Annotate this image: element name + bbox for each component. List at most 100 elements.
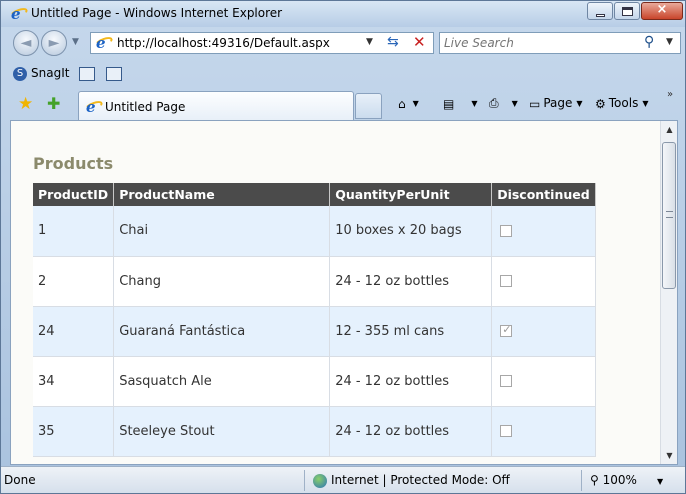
scroll-up-icon[interactable]: ▲ — [661, 121, 677, 138]
star-icon[interactable]: ★ — [18, 94, 33, 114]
status-bar: Done Internet | Protected Mode: Off ⚲ 10… — [1, 466, 685, 493]
search-input[interactable] — [444, 35, 634, 51]
recent-pages-dropdown-icon[interactable]: ▼ — [72, 37, 79, 47]
minimize-button[interactable] — [587, 2, 613, 20]
cell-quantityperunit: 24 - 12 oz bottles — [329, 356, 493, 407]
scrollbar-thumb[interactable] — [662, 142, 676, 289]
cell-productid: 1 — [33, 206, 115, 257]
table-row: 35 Steeleye Stout 24 - 12 oz bottles — [33, 406, 596, 457]
products-grid: ProductID ProductName QuantityPerUnit Di… — [33, 183, 596, 457]
cell-quantityperunit: 10 boxes x 20 bags — [329, 206, 493, 257]
more-commands-chevron-icon[interactable]: » — [667, 89, 673, 100]
vertical-scrollbar[interactable]: ▲ ▼ — [660, 121, 677, 464]
page-heading: Products — [33, 154, 114, 173]
snagit-icon: S — [13, 66, 27, 81]
snagit-edit-icon[interactable] — [106, 67, 122, 81]
column-header-productid: ProductID — [33, 183, 115, 206]
home-icon: ⌂ — [398, 96, 406, 111]
cell-quantityperunit: 24 - 12 oz bottles — [329, 256, 493, 307]
cell-quantityperunit: 12 - 355 ml cans — [329, 306, 493, 357]
page-icon: ▭ — [529, 96, 541, 111]
cell-discontinued — [491, 256, 596, 307]
new-tab-button[interactable] — [355, 93, 382, 119]
table-row: 34 Sasquatch Ale 24 - 12 oz bottles — [33, 356, 596, 407]
back-arrow-icon: ◄ — [20, 35, 32, 51]
forward-button[interactable]: ► — [41, 30, 67, 56]
zoom-icon: ⚲ — [590, 473, 599, 487]
page-favicon-icon: e — [94, 34, 114, 52]
address-url[interactable]: http://localhost:49316/Default.aspx — [117, 36, 330, 50]
browser-window: e Untitled Page - Windows Internet Explo… — [0, 0, 686, 494]
address-dropdown-icon[interactable]: ▼ — [366, 37, 373, 47]
discontinued-checkbox — [500, 323, 513, 337]
cell-productname: Sasquatch Ale — [113, 356, 331, 407]
snagit-capture-icon[interactable] — [79, 67, 95, 81]
discontinued-checkbox — [500, 375, 513, 387]
table-row: 2 Chang 24 - 12 oz bottles — [33, 256, 596, 307]
scroll-down-icon[interactable]: ▼ — [661, 447, 677, 464]
cell-productid: 34 — [33, 356, 115, 407]
status-divider — [304, 470, 305, 491]
status-text: Done — [4, 473, 36, 487]
title-bar[interactable]: e Untitled Page - Windows Internet Explo… — [1, 1, 685, 27]
feeds-button[interactable]: ▤ ▼ — [443, 96, 478, 111]
refresh-icon[interactable]: ⇆ — [387, 34, 399, 50]
tab-label: Untitled Page — [105, 100, 186, 114]
cell-quantityperunit: 24 - 12 oz bottles — [329, 406, 493, 457]
zone-label: Internet | Protected Mode: Off — [331, 473, 510, 487]
zoom-control[interactable]: ⚲ 100% ▼ — [590, 473, 663, 487]
page-menu[interactable]: ▭ Page ▼ — [529, 96, 583, 111]
search-box[interactable]: ⚲ ▼ — [439, 32, 681, 54]
search-options-dropdown-icon[interactable]: ▼ — [666, 37, 673, 47]
globe-icon — [313, 473, 327, 488]
tab-bar: ★ ✚ e Untitled Page ⌂ ▼ ▤ ▼ ⎙ ▼ ▭ Page ▼ ⚙ Too… — [1, 88, 685, 121]
cell-productid: 2 — [33, 256, 115, 307]
snagit-button[interactable]: S SnagIt — [13, 66, 69, 81]
cell-discontinued — [491, 406, 596, 457]
stop-icon[interactable]: ✕ — [413, 33, 426, 51]
close-icon: × — [656, 2, 668, 17]
links-toolbar: S SnagIt — [1, 62, 685, 88]
column-header-discontinued: Discontinued — [491, 183, 596, 206]
print-button[interactable]: ⎙ ▼ — [489, 96, 518, 111]
back-button[interactable]: ◄ — [13, 30, 39, 56]
feeds-icon: ▤ — [443, 96, 455, 111]
status-divider — [581, 470, 582, 491]
page-menu-label: Page — [543, 96, 573, 110]
window-controls: × — [586, 2, 683, 20]
tools-menu[interactable]: ⚙ Tools ▼ — [595, 96, 648, 111]
page-viewport: Products ProductID ProductName QuantityP… — [10, 120, 678, 465]
ie-logo-icon: e — [9, 5, 29, 23]
close-button[interactable]: × — [641, 2, 683, 20]
grid-header-row: ProductID ProductName QuantityPerUnit Di… — [33, 183, 596, 206]
print-icon: ⎙ — [489, 96, 499, 110]
zoom-dropdown-icon[interactable]: ▼ — [657, 477, 663, 486]
column-header-productname: ProductName — [113, 183, 331, 206]
home-button[interactable]: ⌂ ▼ — [398, 96, 419, 111]
search-icon[interactable]: ⚲ — [644, 34, 654, 50]
tab-untitled-page[interactable]: e Untitled Page — [78, 91, 354, 121]
column-header-quantityperunit: QuantityPerUnit — [329, 183, 493, 206]
cell-productname: Chai — [113, 206, 331, 257]
discontinued-checkbox — [500, 425, 513, 437]
cell-productid: 24 — [33, 306, 115, 357]
maximize-icon — [622, 7, 633, 16]
snagit-label: SnagIt — [31, 66, 70, 80]
thumb-grip-icon — [666, 211, 673, 218]
navigation-bar: ◄ ► ▼ e http://localhost:49316/Default.a… — [1, 27, 685, 61]
maximize-button[interactable] — [614, 2, 640, 20]
gear-icon: ⚙ — [595, 96, 606, 111]
cell-discontinued — [491, 306, 596, 357]
discontinued-checkbox — [500, 275, 513, 287]
cell-discontinued — [491, 356, 596, 407]
tools-menu-label: Tools — [608, 96, 639, 110]
table-row: 24 Guaraná Fantástica 12 - 355 ml cans — [33, 306, 596, 357]
cell-productname: Chang — [113, 256, 331, 307]
zoom-level: 100% — [602, 473, 637, 487]
address-bar[interactable]: e http://localhost:49316/Default.aspx ▼ … — [90, 32, 434, 54]
security-zone[interactable]: Internet | Protected Mode: Off — [313, 473, 510, 488]
cell-productname: Steeleye Stout — [113, 406, 331, 457]
forward-arrow-icon: ► — [48, 35, 60, 51]
cell-productname: Guaraná Fantástica — [113, 306, 331, 357]
add-favorite-icon[interactable]: ✚ — [47, 94, 60, 113]
